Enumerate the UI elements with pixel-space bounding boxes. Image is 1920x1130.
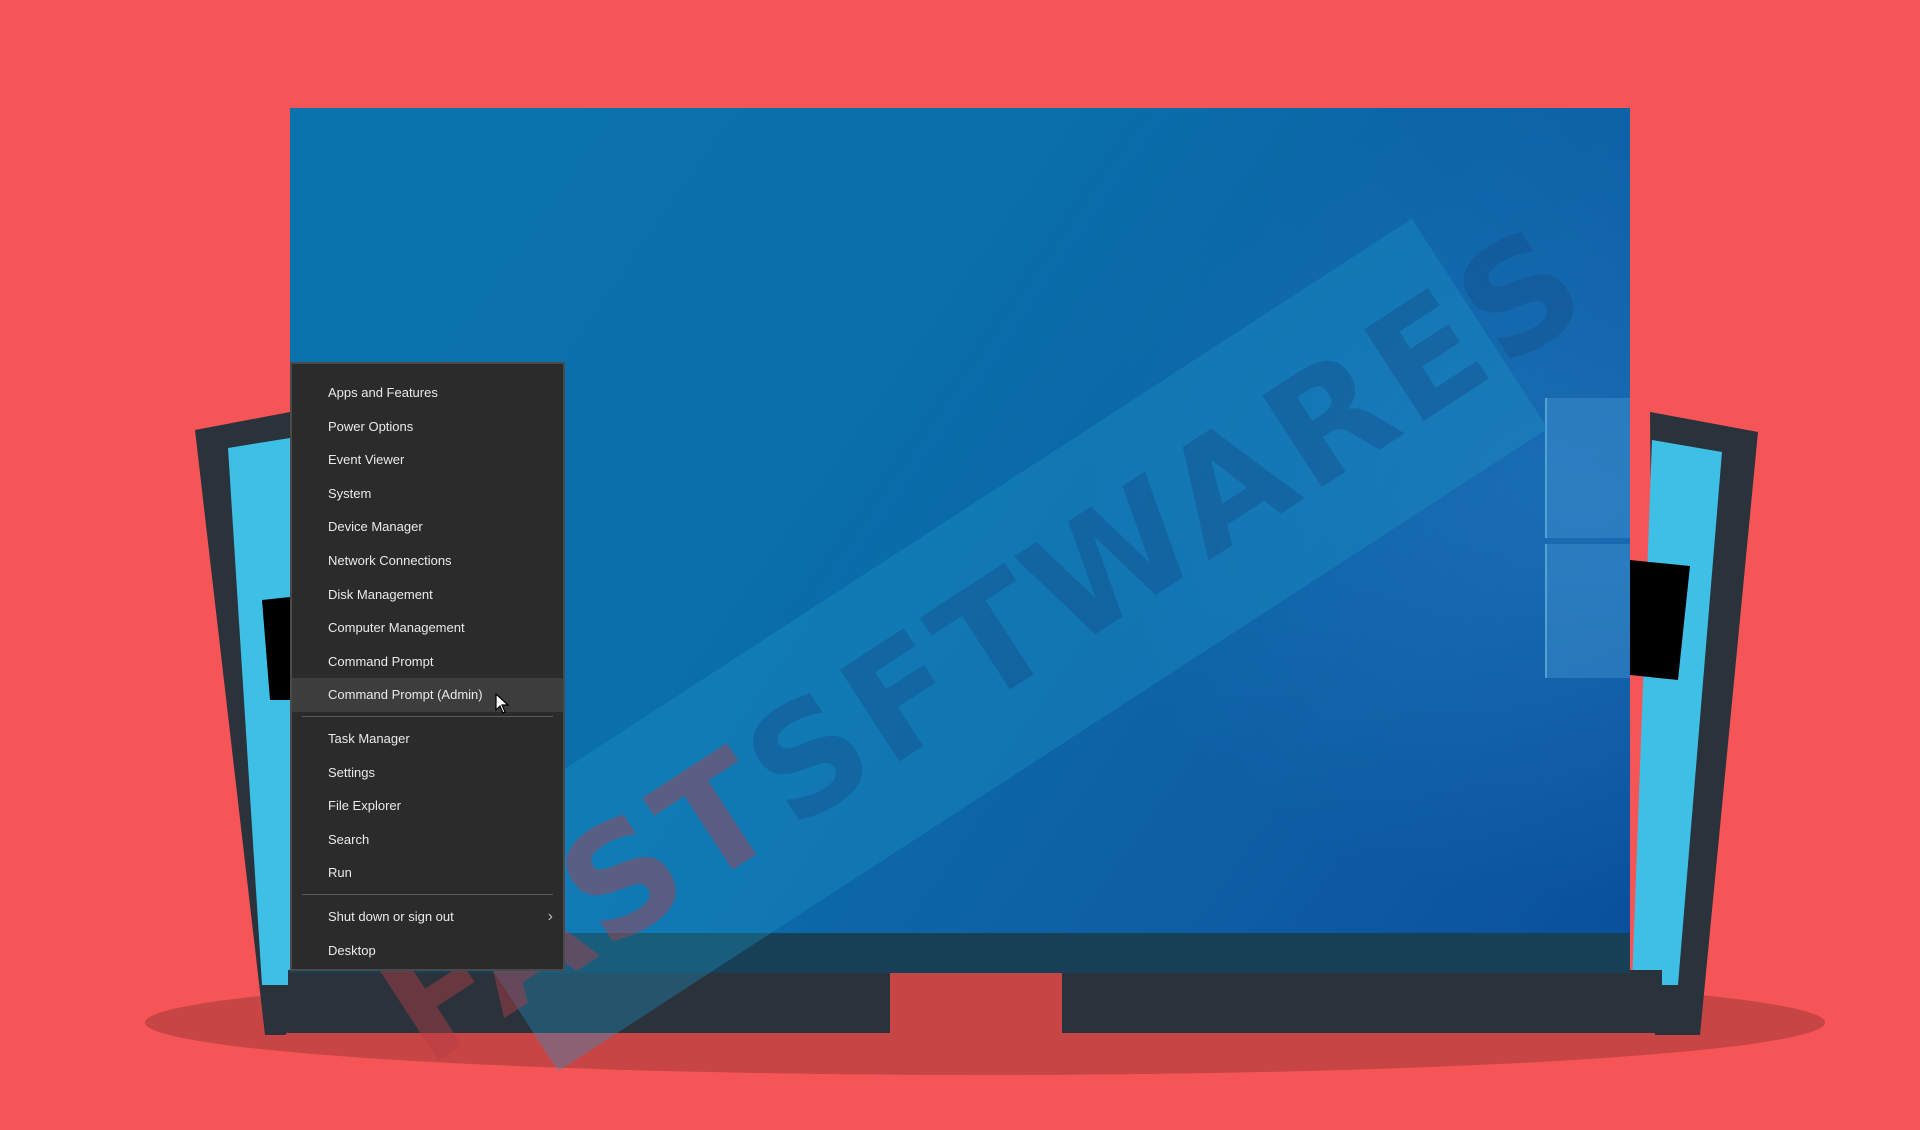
windows-logo-pane-top xyxy=(1545,398,1630,538)
menu-item-shut-down-label: Shut down or sign out xyxy=(328,908,454,924)
menu-item-settings[interactable]: Settings xyxy=(292,756,563,790)
menu-item-search[interactable]: Search xyxy=(292,823,563,857)
menu-item-command-prompt-admin[interactable]: Command Prompt (Admin) xyxy=(292,678,563,712)
menu-item-power-options[interactable]: Power Options xyxy=(292,410,563,444)
windows-logo xyxy=(1545,378,1630,678)
menu-item-run[interactable]: Run xyxy=(292,856,563,890)
menu-item-command-prompt[interactable]: Command Prompt xyxy=(292,645,563,679)
menu-item-task-manager[interactable]: Task Manager xyxy=(292,722,563,756)
menu-item-desktop[interactable]: Desktop xyxy=(292,934,563,968)
main-monitor-stand-right xyxy=(1062,970,1662,1033)
menu-item-disk-management[interactable]: Disk Management xyxy=(292,578,563,612)
menu-separator xyxy=(302,715,553,717)
menu-item-shut-down-or-sign-out[interactable]: Shut down or sign out › xyxy=(292,900,563,934)
menu-item-computer-management[interactable]: Computer Management xyxy=(292,611,563,645)
menu-item-device-manager[interactable]: Device Manager xyxy=(292,510,563,544)
windows-logo-pane-bottom xyxy=(1545,544,1630,678)
power-user-context-menu: Apps and Features Power Options Event Vi… xyxy=(290,362,565,971)
menu-item-event-viewer[interactable]: Event Viewer xyxy=(292,443,563,477)
chevron-right-icon: › xyxy=(547,907,553,925)
menu-separator xyxy=(302,893,553,895)
menu-item-apps-and-features[interactable]: Apps and Features xyxy=(292,376,563,410)
menu-item-file-explorer[interactable]: File Explorer xyxy=(292,789,563,823)
menu-item-system[interactable]: System xyxy=(292,477,563,511)
mouse-cursor-icon xyxy=(495,693,510,714)
menu-item-network-connections[interactable]: Network Connections xyxy=(292,544,563,578)
